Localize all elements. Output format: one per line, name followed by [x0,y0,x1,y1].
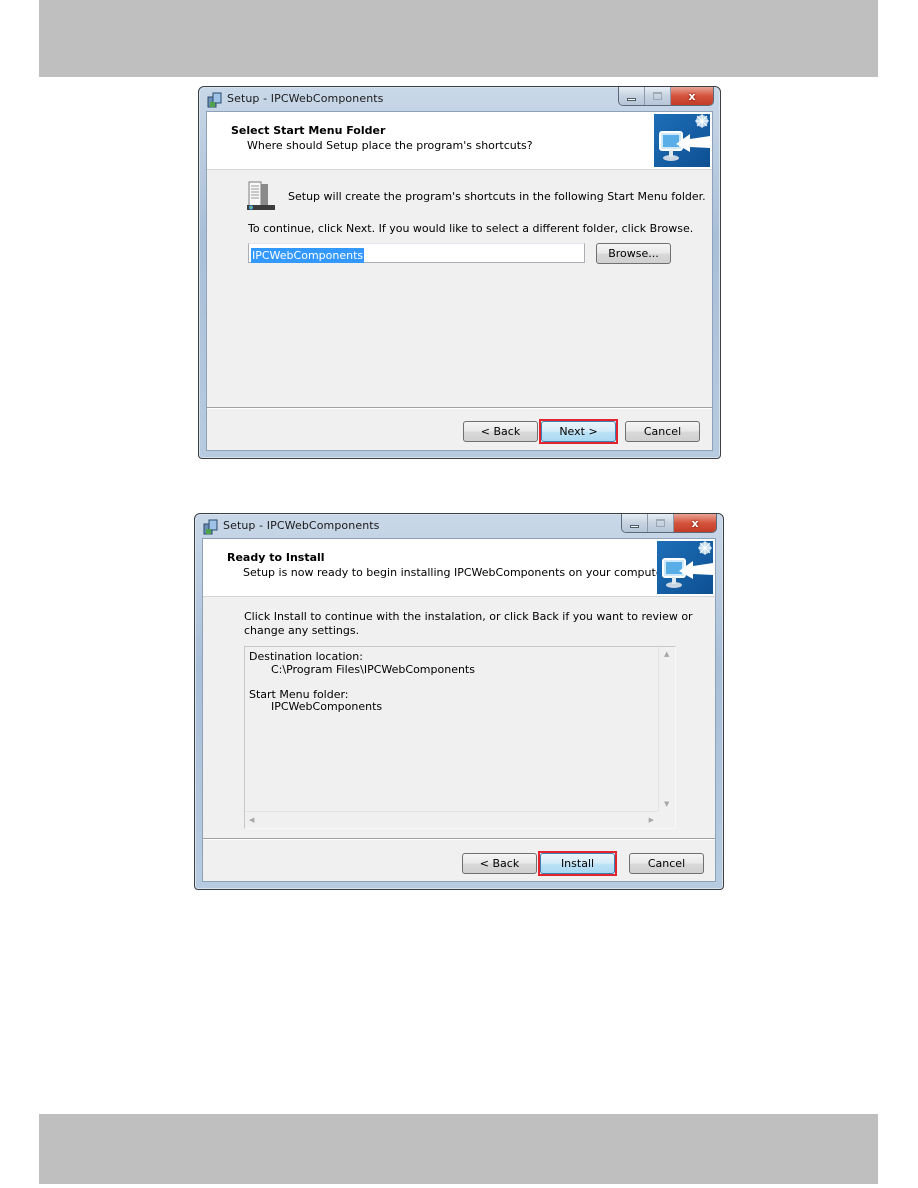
minimize-button[interactable] [619,87,645,105]
scroll-left-icon[interactable]: ◀ [249,816,254,824]
back-button[interactable]: < Back [462,853,537,874]
scroll-right-icon[interactable]: ▶ [649,816,654,824]
start-menu-folder-input[interactable]: IPCWebComponents [248,243,585,263]
instruction-line-2: change any settings. [244,624,360,637]
monitor-arrow-icon [657,541,713,594]
ready-summary-memo[interactable]: Destination location: C:\Program Files\I… [244,646,676,829]
info-text: Setup will create the program's shortcut… [288,190,706,203]
start-menu-folder-icon [247,181,275,210]
minimize-button[interactable] [622,514,648,532]
page-title: Ready to Install [227,551,325,564]
wizard-client-area: Select Start Menu Folder Where should Se… [206,111,713,451]
setup-app-icon [207,92,222,108]
maximize-button[interactable] [645,87,671,105]
window-title: Setup - IPCWebComponents [223,519,380,532]
wizard-client-area: Ready to Install Setup is now ready to b… [202,538,716,882]
page-title: Select Start Menu Folder [231,124,386,137]
page-subtitle: Where should Setup place the program's s… [247,139,533,152]
scroll-down-icon[interactable]: ▼ [664,800,669,808]
scroll-up-icon[interactable]: ▲ [664,650,669,658]
title-bar[interactable]: Setup - IPCWebComponents x [199,87,720,111]
start-menu-value: IPCWebComponents [271,700,383,713]
close-button[interactable]: x [674,514,716,532]
maximize-icon [653,92,662,100]
cancel-button[interactable]: Cancel [629,853,704,874]
back-button[interactable]: < Back [463,421,538,442]
maximize-button[interactable] [648,514,674,532]
setup-window-ready-to-install: Setup - IPCWebComponents x Ready to Inst… [194,513,724,890]
footer-separator [207,407,712,408]
page-footer-band [39,1114,878,1184]
minimize-icon [630,524,639,528]
setup-app-icon [203,519,218,535]
page-header-band [39,0,878,77]
caption-buttons: x [618,87,714,106]
wizard-header: Ready to Install Setup is now ready to b… [203,539,715,597]
page-subtitle: Setup is now ready to begin installing I… [243,566,670,579]
window-title: Setup - IPCWebComponents [227,92,384,105]
close-icon: x [691,516,699,530]
footer-separator [203,838,715,839]
instruction-text: To continue, click Next. If you would li… [248,222,694,235]
close-button[interactable]: x [671,87,713,105]
horizontal-scrollbar[interactable]: ◀ ▶ [245,811,658,828]
browse-button[interactable]: Browse... [596,243,671,264]
folder-input-value: IPCWebComponents [251,248,365,263]
minimize-icon [627,97,636,101]
install-button-highlight [538,851,617,876]
close-icon: x [688,89,696,103]
monitor-arrow-icon [654,114,710,167]
setup-window-start-menu: Setup - IPCWebComponents x Select Start … [198,86,721,459]
destination-value: C:\Program Files\IPCWebComponents [271,663,475,676]
caption-buttons: x [621,514,717,533]
vertical-scrollbar[interactable]: ▲ ▼ [658,647,675,811]
destination-label: Destination location: [249,650,363,663]
maximize-icon [656,519,665,527]
wizard-header: Select Start Menu Folder Where should Se… [207,112,712,170]
cancel-button[interactable]: Cancel [625,421,700,442]
next-button-highlight [539,419,618,444]
instruction-line-1: Click Install to continue with the insta… [244,610,693,623]
title-bar[interactable]: Setup - IPCWebComponents x [195,514,723,538]
